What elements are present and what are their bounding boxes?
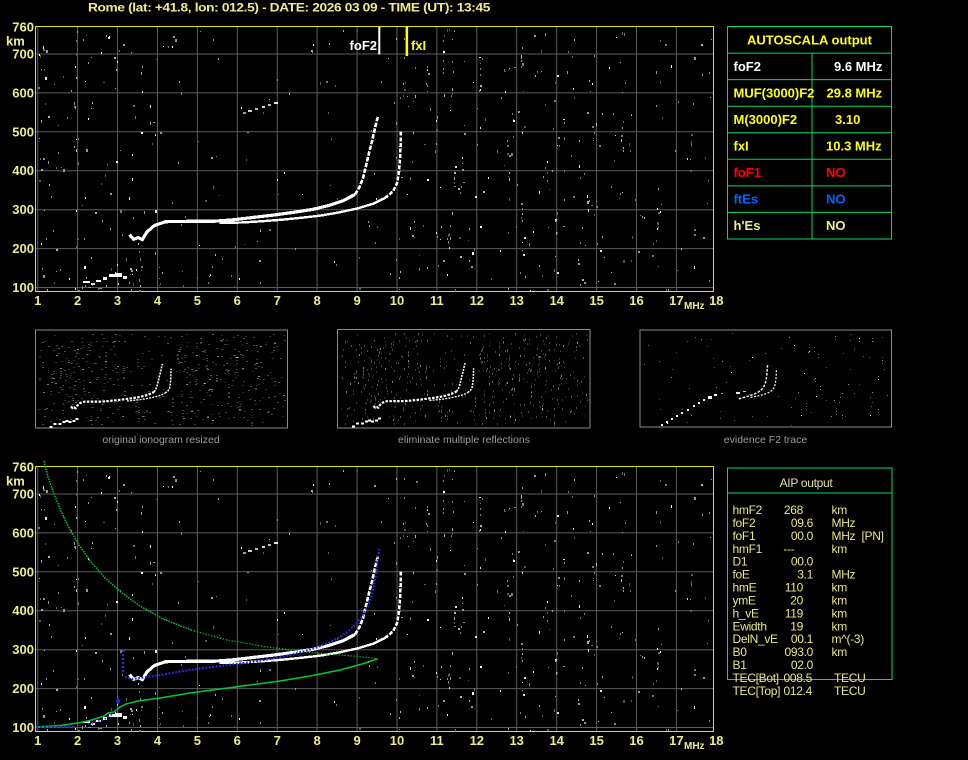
svg-text:km: km <box>832 542 848 556</box>
svg-text:012.4: 012.4 <box>783 684 812 698</box>
svg-text:19: 19 <box>790 619 803 633</box>
svg-text:AIP output: AIP output <box>780 476 834 490</box>
svg-text:MHz: MHz <box>832 568 856 582</box>
svg-text:NO: NO <box>826 165 846 180</box>
svg-text:km: km <box>832 581 848 595</box>
svg-text:fxI: fxI <box>734 139 749 154</box>
svg-text:Ewidth: Ewidth <box>733 619 767 633</box>
svg-text:DelN_vE: DelN_vE <box>733 632 779 646</box>
svg-text:093.0: 093.0 <box>784 645 813 659</box>
svg-text:00.0: 00.0 <box>791 555 814 569</box>
svg-text:original ionogram resized: original ionogram resized <box>102 434 219 446</box>
svg-text:00.0: 00.0 <box>791 529 814 543</box>
svg-text:km: km <box>832 606 848 620</box>
svg-text:ftEs: ftEs <box>734 192 759 207</box>
svg-text:foF1: foF1 <box>733 529 756 543</box>
svg-text:02.0: 02.0 <box>791 658 814 672</box>
svg-text:NO: NO <box>826 192 846 207</box>
svg-text:110: 110 <box>785 581 804 595</box>
svg-text:m^(-3): m^(-3) <box>832 632 865 646</box>
svg-text:foF2: foF2 <box>350 38 377 53</box>
svg-text:km: km <box>832 619 848 633</box>
svg-text:B1: B1 <box>733 658 748 672</box>
svg-text:km: km <box>832 593 848 607</box>
svg-text:268: 268 <box>784 503 804 517</box>
svg-text:MHz: MHz <box>832 516 856 530</box>
svg-text:km: km <box>832 503 848 517</box>
svg-text:3.10: 3.10 <box>835 112 860 127</box>
svg-text:B0: B0 <box>733 645 748 659</box>
svg-text:10.3 MHz: 10.3 MHz <box>826 139 882 154</box>
svg-text:eliminate multiple reflections: eliminate multiple reflections <box>398 434 530 446</box>
svg-text:MUF(3000)F2: MUF(3000)F2 <box>734 85 815 100</box>
svg-text:hmE: hmE <box>733 581 757 595</box>
svg-text:TECU: TECU <box>834 671 865 685</box>
svg-text:hmF1: hmF1 <box>733 542 763 556</box>
svg-text:ymE: ymE <box>733 593 756 607</box>
svg-text:09.6: 09.6 <box>791 516 814 530</box>
svg-text:km: km <box>832 645 848 659</box>
svg-text:[PN]: [PN] <box>862 529 884 543</box>
svg-text:TECU: TECU <box>834 684 865 698</box>
svg-text:hmF2: hmF2 <box>733 503 763 517</box>
svg-text:008.5: 008.5 <box>783 671 812 685</box>
svg-text:---: --- <box>783 542 794 556</box>
svg-text:Rome (lat: +41.8, lon: 012.5): Rome (lat: +41.8, lon: 012.5) - DATE: 20… <box>88 1 491 15</box>
svg-text:119: 119 <box>785 606 804 620</box>
svg-text:AUTOSCALA output: AUTOSCALA output <box>747 33 873 48</box>
svg-text:M(3000)F2: M(3000)F2 <box>734 112 798 127</box>
svg-text:D1: D1 <box>733 555 748 569</box>
svg-text:fxI: fxI <box>411 38 426 53</box>
svg-text:TEC[Bot]: TEC[Bot] <box>733 671 779 685</box>
svg-text:NO: NO <box>826 218 846 233</box>
svg-text:h_vE: h_vE <box>733 606 759 620</box>
svg-text:foF2: foF2 <box>734 59 761 74</box>
svg-text:20: 20 <box>790 593 803 607</box>
svg-text:h'Es: h'Es <box>734 218 761 233</box>
svg-text:foF2: foF2 <box>733 516 756 530</box>
svg-text:00.1: 00.1 <box>791 632 814 646</box>
svg-text:foF1: foF1 <box>734 165 761 180</box>
svg-text:MHz: MHz <box>832 529 856 543</box>
svg-text:evidence F2 trace: evidence F2 trace <box>724 434 808 446</box>
svg-text:foE: foE <box>733 568 750 582</box>
svg-text:29.8 MHz: 29.8 MHz <box>827 85 883 100</box>
svg-text:TEC[Top]: TEC[Top] <box>733 684 781 698</box>
svg-text:9.6 MHz: 9.6 MHz <box>834 59 883 74</box>
svg-text:3.1: 3.1 <box>797 568 813 582</box>
